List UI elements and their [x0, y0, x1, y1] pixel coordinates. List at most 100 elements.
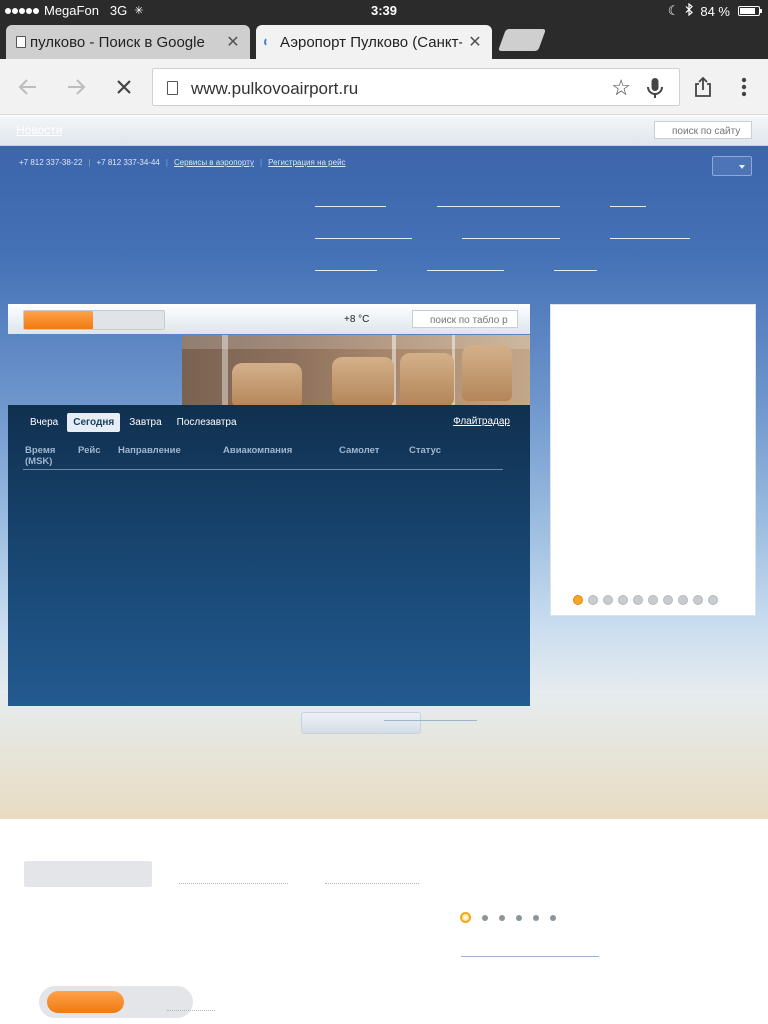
nav-link-placeholder[interactable] [610, 238, 690, 239]
carousel-dot[interactable] [693, 595, 703, 605]
forward-button[interactable] [62, 73, 90, 101]
services-link[interactable]: Сервисы в аэропорту [174, 158, 254, 167]
close-icon [117, 80, 131, 94]
language-select[interactable] [712, 156, 752, 176]
more-menu-button[interactable] [730, 73, 758, 101]
browser-toolbar: www.pulkovoairport.ru ☆ [0, 59, 768, 115]
share-button[interactable] [689, 73, 717, 101]
column-header-flight[interactable]: Рейс [78, 445, 101, 456]
tab-title: Аэропорт Пулково (Санкт- [280, 33, 462, 51]
page-icon [167, 81, 178, 95]
close-icon[interactable]: ✕ [468, 32, 482, 52]
pagination-dot[interactable] [499, 914, 505, 921]
status-bar: MegaFon 3G ✳ 3:39 ☾ 84 % [0, 0, 768, 21]
carousel-dot[interactable] [678, 595, 688, 605]
tab-strip: пулково - Поиск в Google ✕ Аэропорт Пулк… [0, 21, 768, 59]
carousel-pagination [573, 595, 718, 605]
microphone-icon[interactable] [643, 76, 667, 100]
stop-loading-button[interactable] [110, 73, 138, 101]
toggle-active-segment[interactable] [24, 311, 93, 329]
section-tab-placeholder[interactable] [24, 861, 152, 887]
phone-number[interactable]: +7 812 337-38-22 [19, 158, 82, 167]
flight-board-header: +8 °C [8, 304, 530, 334]
carousel-dot[interactable] [663, 595, 673, 605]
column-header-airline[interactable]: Авиакомпания [223, 445, 292, 456]
arrivals-departures-toggle[interactable] [23, 310, 165, 330]
day-tab-today[interactable]: Сегодня [67, 413, 121, 432]
address-bar[interactable]: www.pulkovoairport.ru ☆ [152, 68, 680, 106]
site-search-input[interactable] [654, 121, 752, 139]
bookmark-star-icon[interactable]: ☆ [611, 75, 631, 101]
pagination-dot[interactable] [550, 914, 556, 921]
column-header-aircraft[interactable]: Самолет [339, 445, 379, 456]
link-placeholder[interactable] [461, 956, 599, 957]
day-tabs: Вчера Сегодня Завтра Послезавтра [24, 413, 246, 432]
clock: 3:39 [370, 3, 398, 18]
tab-pulkovo-airport[interactable]: Аэропорт Пулково (Санкт- ✕ [256, 25, 492, 59]
carousel-dot[interactable] [618, 595, 628, 605]
checkin-link[interactable]: Регистрация на рейс [268, 158, 345, 167]
pagination-dot[interactable] [533, 914, 539, 921]
carousel-dot[interactable] [573, 595, 583, 605]
carousel-dot[interactable] [603, 595, 613, 605]
tab-google-search[interactable]: пулково - Поиск в Google ✕ [6, 25, 250, 59]
pagination-dot[interactable] [482, 914, 488, 921]
column-header-time[interactable]: Время (MSK) [25, 445, 65, 467]
lounge-photo [182, 335, 530, 405]
day-tab-day-after-tomorrow[interactable]: Послезавтра [171, 413, 243, 432]
tab-title: пулково - Поиск в Google [30, 33, 205, 51]
nav-link-placeholder[interactable] [315, 270, 377, 271]
phone-number[interactable]: +7 812 337-34-44 [96, 158, 159, 167]
news-link[interactable]: Новости [16, 123, 62, 137]
back-button[interactable] [14, 73, 42, 101]
nav-link-placeholder[interactable] [437, 206, 560, 207]
divider: | [88, 158, 91, 167]
nav-link-placeholder[interactable] [462, 238, 560, 239]
carousel-dot[interactable] [708, 595, 718, 605]
show-more-button[interactable] [301, 712, 421, 734]
new-tab-button[interactable] [497, 29, 547, 51]
news-pagination [460, 912, 556, 923]
flightradar-link[interactable]: Флайтрадар [453, 416, 510, 427]
battery-level [740, 8, 755, 14]
news-bar: Новости [0, 116, 768, 146]
nav-link-placeholder[interactable] [315, 206, 386, 207]
day-tab-tomorrow[interactable]: Завтра [123, 413, 167, 432]
battery-icon [738, 6, 762, 16]
section-link-placeholder[interactable] [325, 883, 419, 884]
carousel-dot[interactable] [633, 595, 643, 605]
contact-line: +7 812 337-38-22 | +7 812 337-34-44 | Сервис… [19, 158, 346, 167]
carousel-dot[interactable] [648, 595, 658, 605]
toggle-label-placeholder [167, 1010, 215, 1011]
close-icon[interactable]: ✕ [226, 32, 240, 52]
nav-link-placeholder[interactable] [427, 270, 504, 271]
carousel-dot[interactable] [588, 595, 598, 605]
column-header-status[interactable]: Статус [409, 445, 441, 456]
arrow-left-icon [18, 79, 36, 95]
pagination-dot[interactable] [460, 912, 471, 923]
arrow-right-icon [68, 79, 86, 95]
divider: | [260, 158, 263, 167]
url-text[interactable]: www.pulkovoairport.ru [191, 79, 358, 99]
day-tab-yesterday[interactable]: Вчера [24, 413, 64, 432]
battery-percentage: 84 % [700, 3, 730, 19]
loading-spinner-icon [264, 37, 274, 47]
nav-link-placeholder[interactable] [554, 270, 597, 271]
column-header-destination[interactable]: Направление [118, 445, 181, 456]
promo-carousel [550, 304, 756, 616]
page-icon [16, 36, 26, 48]
pagination-dot[interactable] [516, 914, 522, 921]
flight-board: Вчера Сегодня Завтра Послезавтра Флайтра… [8, 405, 530, 706]
toggle-active-segment[interactable] [47, 991, 124, 1013]
section-link-placeholder[interactable] [179, 883, 288, 884]
bottom-toggle[interactable] [39, 986, 215, 1018]
board-search-input[interactable] [412, 310, 518, 328]
link-placeholder[interactable] [384, 720, 477, 721]
nav-link-placeholder[interactable] [610, 206, 646, 207]
web-page: Новости +7 812 337-38-22 | +7 812 337-34-4… [0, 116, 768, 1024]
divider: | [165, 158, 168, 167]
share-icon [695, 76, 711, 97]
nav-link-placeholder[interactable] [315, 238, 412, 239]
weather-temperature: +8 °C [344, 314, 370, 325]
screen: MegaFon 3G ✳ 3:39 ☾ 84 % пулково - Поиск… [0, 0, 768, 1024]
